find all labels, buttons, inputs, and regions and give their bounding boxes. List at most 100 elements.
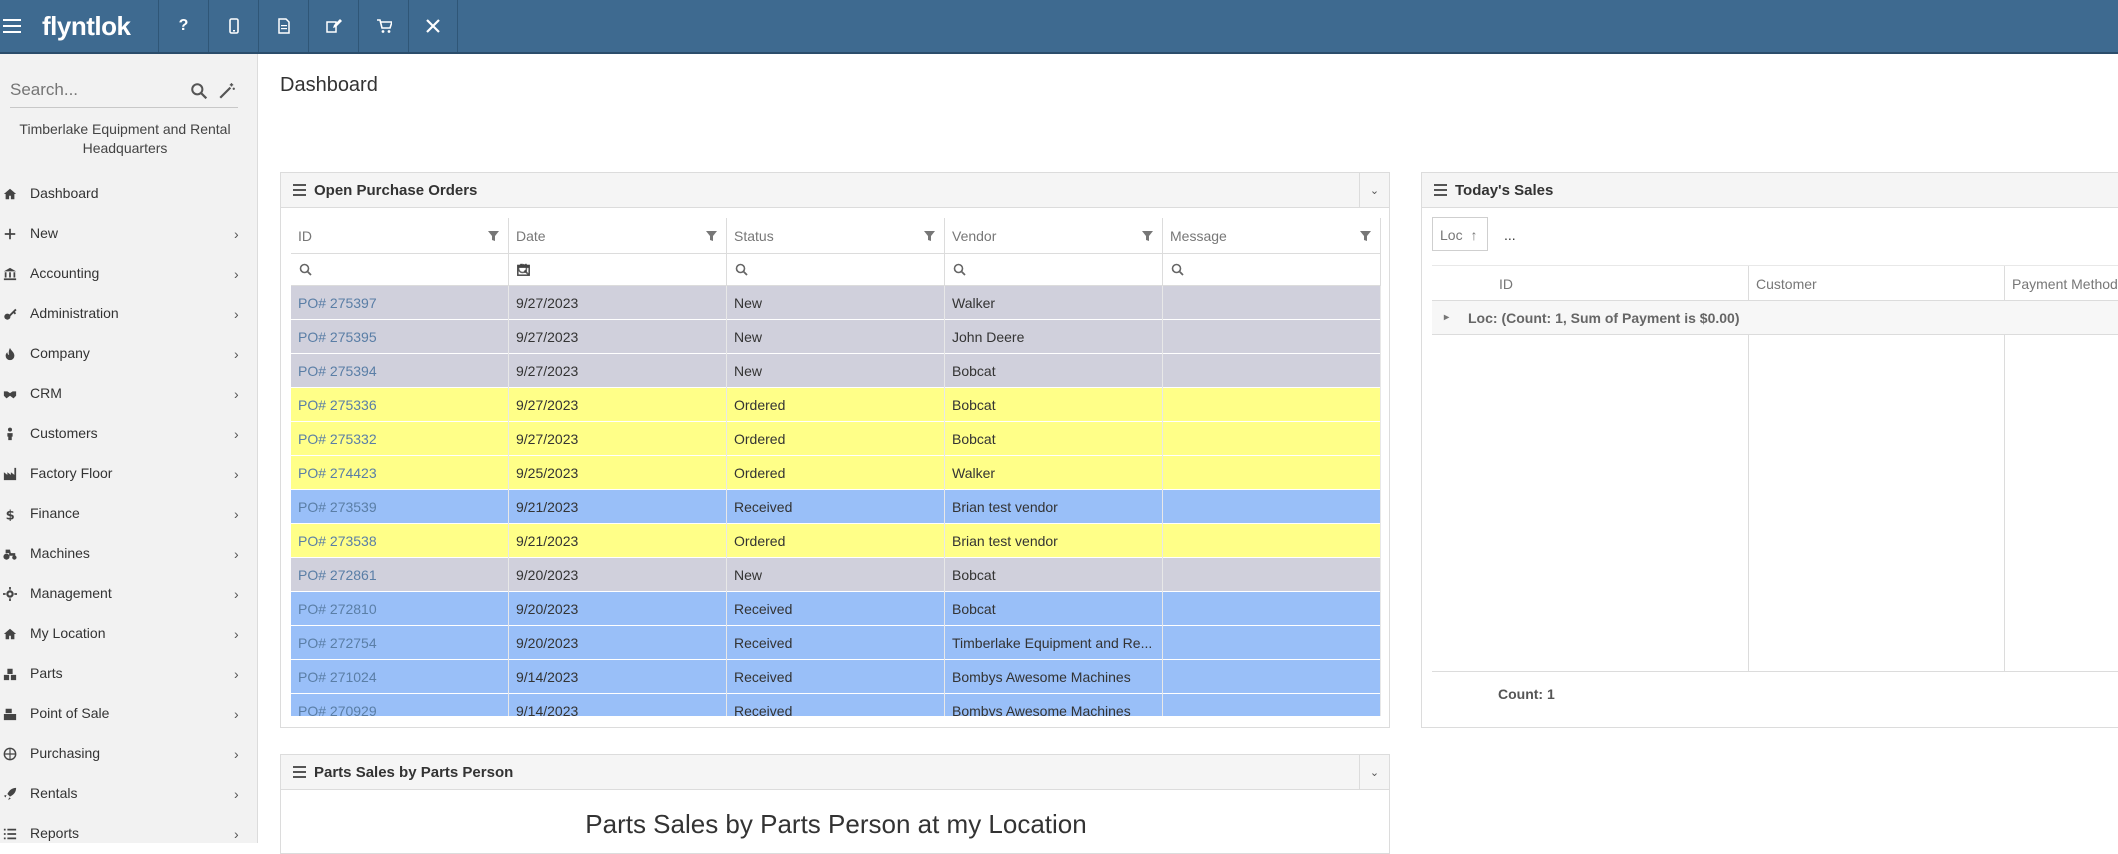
po-link[interactable]: PO# 270929: [291, 694, 509, 716]
po-link[interactable]: PO# 272754: [291, 626, 509, 660]
po-link[interactable]: PO# 273538: [291, 524, 509, 558]
hamburger-menu-icon[interactable]: [0, 0, 24, 52]
search-icon: [953, 263, 966, 276]
sidebar-item-machines[interactable]: Machines ›: [0, 534, 258, 574]
table-row[interactable]: PO# 272861 9/20/2023 New Bobcat: [291, 558, 1381, 592]
column-header-date[interactable]: Date: [509, 218, 727, 254]
collapse-button[interactable]: ⌄: [1359, 755, 1389, 789]
sidebar-item-factory-floor[interactable]: Factory Floor ›: [0, 454, 258, 494]
po-link[interactable]: PO# 275394: [291, 354, 509, 388]
po-link[interactable]: PO# 275397: [291, 286, 509, 320]
sort-arrow-icon: ↑: [1470, 227, 1478, 243]
po-link[interactable]: PO# 272861: [291, 558, 509, 592]
sidebar-item-purchasing[interactable]: Purchasing ›: [0, 734, 258, 774]
tools-icon: [426, 19, 440, 33]
tools-button[interactable]: [408, 0, 458, 52]
collapse-button[interactable]: ⌄: [1359, 173, 1389, 207]
column-header-vendor[interactable]: Vendor: [945, 218, 1163, 254]
po-link[interactable]: PO# 273539: [291, 490, 509, 524]
filter-icon[interactable]: [923, 229, 936, 242]
cart-button[interactable]: [358, 0, 408, 52]
sidebar-item-parts[interactable]: Parts ›: [0, 654, 258, 694]
sidebar-item-reports[interactable]: Reports ›: [0, 814, 258, 854]
calendar-icon[interactable]: [517, 263, 530, 276]
column-header-id[interactable]: ID: [1492, 266, 1688, 301]
document-button[interactable]: [258, 0, 308, 52]
search-input[interactable]: [10, 74, 180, 106]
sidebar-item-management[interactable]: Management ›: [0, 574, 258, 614]
grid-body[interactable]: PO# 275397 9/27/2023 New Walker PO# 275395 9/…: [291, 286, 1381, 716]
sidebar-item-my-location[interactable]: My Location ›: [0, 614, 258, 654]
cell-date: 9/27/2023: [509, 422, 727, 456]
column-header-id[interactable]: ID: [291, 218, 509, 254]
column-header-payment-method[interactable]: Payment Method: [2004, 266, 2118, 301]
tractor-icon: [3, 547, 17, 561]
chevron-down-icon: ⌄: [1369, 766, 1380, 779]
filter-input-vendor[interactable]: [945, 254, 1163, 286]
sidebar-item-label: Reports: [30, 825, 80, 841]
table-row[interactable]: PO# 275336 9/27/2023 Ordered Bobcat: [291, 388, 1381, 422]
help-button[interactable]: ?: [158, 0, 208, 52]
purchase-orders-grid: ID Date Status Vendor Message PO# 275397 9/27…: [291, 218, 1381, 716]
cell-date: 9/20/2023: [509, 626, 727, 660]
sidebar-item-customers[interactable]: Customers ›: [0, 414, 258, 454]
edit-button[interactable]: [308, 0, 358, 52]
column-header-customer[interactable]: Customer: [1748, 266, 1944, 301]
filter-input-message[interactable]: [1163, 254, 1381, 286]
cell-vendor: Bombys Awesome Machines: [945, 660, 1163, 694]
table-row[interactable]: PO# 273539 9/21/2023 Received Brian test ve…: [291, 490, 1381, 524]
sidebar-item-company[interactable]: Company ›: [0, 334, 258, 374]
app-logo[interactable]: flyntlok: [42, 9, 160, 43]
table-row[interactable]: PO# 275394 9/27/2023 New Bobcat: [291, 354, 1381, 388]
group-row[interactable]: ▸ Loc: (Count: 1, Sum of Payment is $0.0…: [1432, 301, 2118, 335]
table-row[interactable]: PO# 274423 9/25/2023 Ordered Walker: [291, 456, 1381, 490]
sidebar-item-rentals[interactable]: Rentals ›: [0, 774, 258, 814]
table-row[interactable]: PO# 275332 9/27/2023 Ordered Bobcat: [291, 422, 1381, 456]
filter-input-date[interactable]: [509, 254, 727, 286]
table-row[interactable]: PO# 273538 9/21/2023 Ordered Brian test ven…: [291, 524, 1381, 558]
cell-vendor: John Deere: [945, 320, 1163, 354]
filter-icon[interactable]: [1141, 229, 1154, 242]
more-options[interactable]: ...: [1504, 227, 1516, 243]
sidebar-item-new[interactable]: New ›: [0, 214, 258, 254]
column-header-status[interactable]: Status: [727, 218, 945, 254]
mobile-button[interactable]: [208, 0, 258, 52]
sidebar-item-accounting[interactable]: Accounting ›: [0, 254, 258, 294]
cell-vendor: Walker: [945, 286, 1163, 320]
sidebar-item-dashboard[interactable]: Dashboard: [0, 174, 258, 214]
table-row[interactable]: PO# 270929 9/14/2023 Received Bombys Awesom…: [291, 694, 1381, 716]
table-row[interactable]: PO# 275395 9/27/2023 New John Deere: [291, 320, 1381, 354]
cell-message: [1163, 592, 1381, 626]
sidebar-item-finance[interactable]: $ Finance ›: [0, 494, 258, 534]
column-header-message[interactable]: Message: [1163, 218, 1381, 254]
chevron-right-icon: ›: [234, 386, 239, 402]
po-link[interactable]: PO# 275395: [291, 320, 509, 354]
cell-status: Received: [727, 660, 945, 694]
table-row[interactable]: PO# 272754 9/20/2023 Received Timberlake Eq…: [291, 626, 1381, 660]
filter-icon[interactable]: [487, 229, 500, 242]
table-row[interactable]: PO# 275397 9/27/2023 New Walker: [291, 286, 1381, 320]
table-row[interactable]: PO# 271024 9/14/2023 Received Bombys Awesom…: [291, 660, 1381, 694]
sidebar-item-administration[interactable]: Administration ›: [0, 294, 258, 334]
panel-menu-icon[interactable]: [1434, 184, 1447, 196]
po-link[interactable]: PO# 271024: [291, 660, 509, 694]
filter-icon[interactable]: [705, 229, 718, 242]
filter-input-id[interactable]: [291, 254, 509, 286]
search-icon[interactable]: [190, 82, 208, 100]
filter-icon[interactable]: [1359, 229, 1372, 242]
sidebar-item-point-of-sale[interactable]: Point of Sale ›: [0, 694, 258, 734]
po-link[interactable]: PO# 274423: [291, 456, 509, 490]
panel-menu-icon[interactable]: [293, 184, 306, 196]
panel-menu-icon[interactable]: [293, 766, 306, 778]
sort-chip[interactable]: Loc ↑: [1432, 217, 1488, 251]
table-row[interactable]: PO# 272810 9/20/2023 Received Bobcat: [291, 592, 1381, 626]
po-link[interactable]: PO# 275336: [291, 388, 509, 422]
po-link[interactable]: PO# 272810: [291, 592, 509, 626]
po-link[interactable]: PO# 275332: [291, 422, 509, 456]
cell-date: 9/27/2023: [509, 320, 727, 354]
filter-input-status[interactable]: [727, 254, 945, 286]
expand-triangle-icon[interactable]: ▸: [1444, 312, 1449, 323]
cell-vendor: Bobcat: [945, 558, 1163, 592]
sidebar-item-crm[interactable]: CRM ›: [0, 374, 258, 414]
magic-wand-icon[interactable]: [218, 82, 236, 100]
